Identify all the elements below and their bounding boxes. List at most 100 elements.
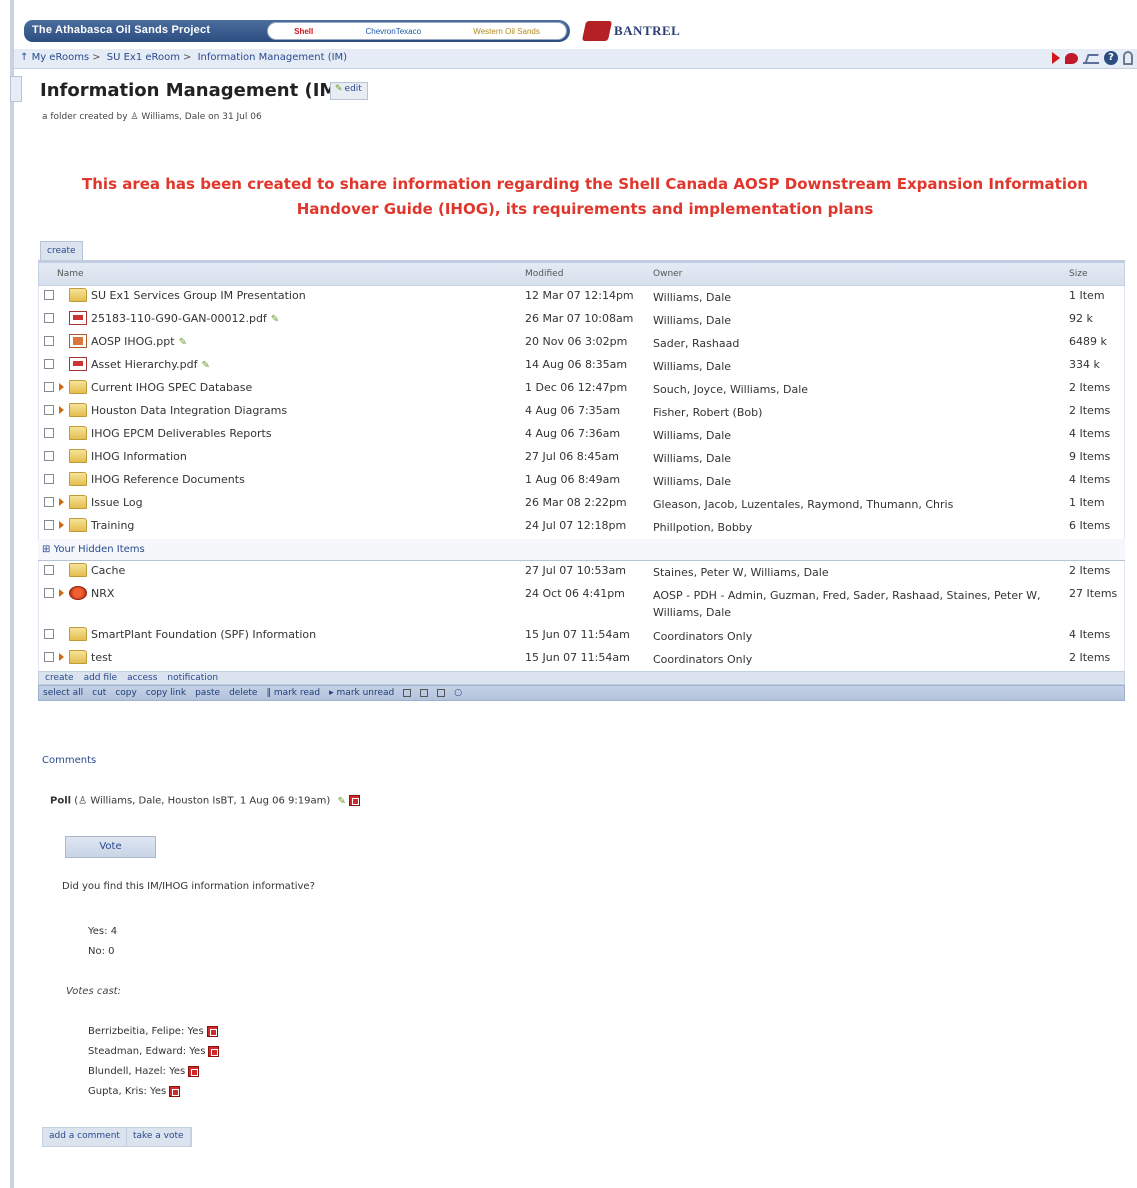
table-row[interactable]: Training 24 Jul 07 12:18pm Phillpotion, Bo…	[38, 516, 1125, 539]
help-icon[interactable]: ?	[1104, 51, 1118, 65]
columns-icon[interactable]	[420, 689, 429, 697]
user-icon[interactable]	[1123, 51, 1133, 65]
expand-arrow-icon[interactable]	[59, 406, 64, 414]
edit-button[interactable]: ✎ edit	[330, 82, 368, 100]
row-checkbox[interactable]	[44, 588, 54, 598]
footer-access-link[interactable]: access	[127, 673, 157, 683]
select-all-button[interactable]: select all	[43, 688, 83, 698]
row-checkbox[interactable]	[44, 313, 54, 323]
table-row[interactable]: IHOG Information 27 Jul 06 8:45am Williams…	[38, 447, 1125, 470]
cut-button[interactable]: cut	[92, 688, 106, 698]
mark-read-button[interactable]: ‖ mark read	[266, 688, 320, 698]
row-checkbox[interactable]	[44, 565, 54, 575]
edit-pencil-icon[interactable]: ✎	[179, 337, 187, 348]
refresh-icon[interactable]: ○	[454, 688, 462, 698]
expand-arrow-icon[interactable]	[59, 521, 64, 529]
table-row[interactable]: Issue Log 26 Mar 08 2:22pm Gleason, Jacob,…	[38, 493, 1125, 516]
row-checkbox[interactable]	[44, 629, 54, 639]
item-name[interactable]: Current IHOG SPEC Database	[91, 381, 252, 394]
item-name[interactable]: AOSP IHOG.ppt ✎	[91, 335, 187, 348]
column-name[interactable]: Name	[57, 269, 84, 279]
vote-button[interactable]: Vote	[65, 836, 156, 858]
edit-pencil-icon[interactable]: ✎	[271, 314, 279, 325]
grid-icon[interactable]	[437, 689, 446, 697]
item-name[interactable]: SmartPlant Foundation (SPF) Information	[91, 628, 316, 641]
paste-button[interactable]: paste	[195, 688, 220, 698]
item-name[interactable]: Issue Log	[91, 496, 143, 509]
expand-arrow-icon[interactable]	[59, 589, 64, 597]
table-row[interactable]: 25183-110-G90-GAN-00012.pdf ✎ 26 Mar 07 10…	[38, 309, 1125, 332]
footer-create-link[interactable]: create	[45, 673, 74, 683]
navigator-toggle[interactable]	[10, 76, 22, 102]
row-checkbox[interactable]	[44, 451, 54, 461]
row-checkbox[interactable]	[44, 336, 54, 346]
row-checkbox[interactable]	[44, 474, 54, 484]
author-name[interactable]: Williams, Dale	[141, 112, 205, 122]
hide-icon[interactable]	[403, 689, 412, 697]
table-row[interactable]: Cache 27 Jul 07 10:53am Staines, Peter W, …	[38, 561, 1125, 584]
table-row[interactable]: Houston Data Integration Diagrams 4 Aug 0…	[38, 401, 1125, 424]
row-checkbox[interactable]	[44, 428, 54, 438]
column-owner[interactable]: Owner	[653, 269, 682, 279]
row-checkbox[interactable]	[44, 359, 54, 369]
breadcrumb-my-erooms[interactable]: My eRooms	[32, 52, 90, 63]
selection-toolbar: select all cut copy copy link paste dele…	[38, 685, 1125, 701]
row-checkbox[interactable]	[44, 290, 54, 300]
table-row[interactable]: Asset Hierarchy.pdf ✎ 14 Aug 06 8:35am Will…	[38, 355, 1125, 378]
table-row[interactable]: IHOG EPCM Deliverables Reports 4 Aug 06 7…	[38, 424, 1125, 447]
mark-unread-button[interactable]: ▸ mark unread	[329, 688, 394, 698]
delete-vote-icon[interactable]	[169, 1085, 181, 1097]
map-icon[interactable]	[1083, 52, 1099, 64]
delete-button[interactable]: delete	[229, 688, 257, 698]
item-name[interactable]: Cache	[91, 564, 125, 577]
up-arrow-icon[interactable]: ↑	[20, 52, 28, 63]
table-row[interactable]: AOSP IHOG.ppt ✎ 20 Nov 06 3:02pm Sader, Ras…	[38, 332, 1125, 355]
whats-new-icon[interactable]	[1065, 52, 1078, 64]
edit-pencil-icon[interactable]: ✎	[202, 360, 210, 371]
expand-arrow-icon[interactable]	[59, 653, 64, 661]
table-row[interactable]: IHOG Reference Documents 1 Aug 06 8:49am W…	[38, 470, 1125, 493]
edit-poll-icon[interactable]: ✎	[337, 796, 345, 807]
copy-button[interactable]: copy	[115, 688, 137, 698]
row-checkbox[interactable]	[44, 382, 54, 392]
row-checkbox[interactable]	[44, 405, 54, 415]
table-row[interactable]: SmartPlant Foundation (SPF) Information 1…	[38, 625, 1125, 648]
footer-add-file-link[interactable]: add file	[84, 673, 118, 683]
column-modified[interactable]: Modified	[525, 269, 563, 279]
item-name[interactable]: Training	[91, 519, 134, 532]
delete-poll-icon[interactable]	[348, 795, 360, 806]
table-row[interactable]: SU Ex1 Services Group IM Presentation 12 …	[38, 286, 1125, 309]
item-name[interactable]: SU Ex1 Services Group IM Presentation	[91, 289, 306, 302]
delete-vote-icon[interactable]	[208, 1045, 220, 1057]
add-comment-button[interactable]: add a comment	[43, 1128, 127, 1146]
row-checkbox[interactable]	[44, 520, 54, 530]
table-row[interactable]: test 15 Jun 07 11:54am Coordinators Only 2 …	[38, 648, 1125, 671]
take-vote-button[interactable]: take a vote	[127, 1128, 191, 1146]
expand-arrow-icon[interactable]	[59, 498, 64, 506]
hidden-items-section[interactable]: ⊞ Your Hidden Items	[38, 539, 1125, 561]
next-unread-icon[interactable]	[1052, 52, 1060, 64]
column-size[interactable]: Size	[1069, 269, 1087, 279]
breadcrumb-bar: ↑ My eRooms > SU Ex1 eRoom > Information M…	[14, 49, 1137, 69]
row-checkbox[interactable]	[44, 497, 54, 507]
footer-notification-link[interactable]: notification	[167, 673, 218, 683]
delete-vote-icon[interactable]	[206, 1025, 218, 1037]
item-name[interactable]: IHOG Information	[91, 450, 187, 463]
create-tab[interactable]: create	[40, 241, 83, 261]
item-name[interactable]: IHOG Reference Documents	[91, 473, 245, 486]
copy-link-button[interactable]: copy link	[146, 688, 186, 698]
poll-author[interactable]: Williams, Dale, Houston IsBT, 1 Aug 06 9…	[90, 796, 330, 807]
voter-list: Berrizbeitia, Felipe: Yes Steadman, Edwa…	[88, 1022, 220, 1102]
breadcrumb-su-ex1-eroom[interactable]: SU Ex1 eRoom	[107, 52, 180, 63]
item-name[interactable]: 25183-110-G90-GAN-00012.pdf ✎	[91, 312, 279, 325]
row-checkbox[interactable]	[44, 652, 54, 662]
item-name[interactable]: Houston Data Integration Diagrams	[91, 404, 287, 417]
item-name[interactable]: test	[91, 651, 112, 664]
delete-vote-icon[interactable]	[188, 1065, 200, 1077]
table-row[interactable]: Current IHOG SPEC Database 1 Dec 06 12:47…	[38, 378, 1125, 401]
item-name[interactable]: Asset Hierarchy.pdf ✎	[91, 358, 210, 371]
item-name[interactable]: IHOG EPCM Deliverables Reports	[91, 427, 272, 440]
table-row[interactable]: NRX 24 Oct 06 4:41pm AOSP - PDH - Admin, G…	[38, 584, 1125, 625]
item-name[interactable]: NRX	[91, 587, 114, 600]
expand-arrow-icon[interactable]	[59, 383, 64, 391]
